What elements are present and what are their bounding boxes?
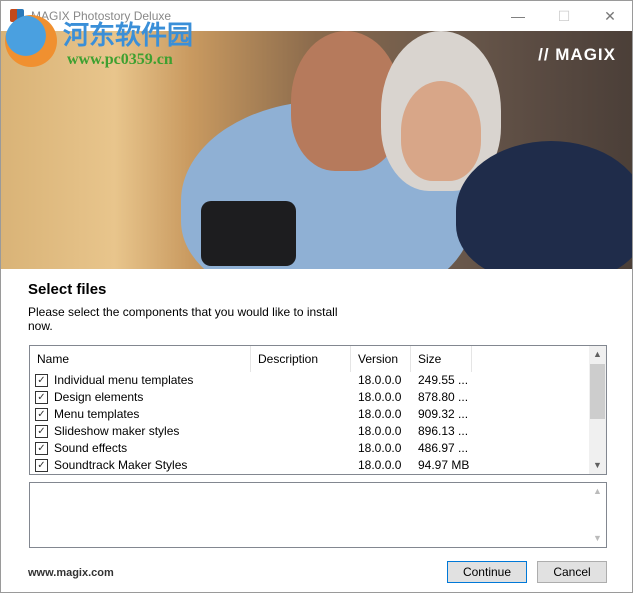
component-checkbox[interactable]: ✓	[35, 408, 48, 421]
component-version: 18.0.0.0	[358, 390, 402, 404]
minimize-button[interactable]: —	[495, 1, 541, 31]
scroll-up-icon[interactable]: ▲	[589, 346, 606, 363]
component-name: Soundtrack Maker Styles	[54, 458, 188, 472]
component-checkbox[interactable]: ✓	[35, 442, 48, 455]
component-checkbox[interactable]: ✓	[35, 459, 48, 472]
magix-logo: // MAGIX	[538, 45, 616, 64]
table-row[interactable]: ✓ Sound effects 18.0.0.0 486.97 ...	[30, 440, 590, 457]
table-row[interactable]: ✓ Slideshow maker styles 18.0.0.0 896.13…	[30, 423, 590, 440]
component-size: 909.32 ...	[418, 407, 469, 421]
component-checkbox[interactable]: ✓	[35, 425, 48, 438]
column-header-version[interactable]: Version	[351, 346, 411, 372]
table-row[interactable]: ✓ Menu templates 18.0.0.0 909.32 ...	[30, 406, 590, 423]
scroll-up-icon: ▲	[593, 486, 602, 496]
component-size: 486.97 ...	[418, 441, 469, 455]
component-size: 249.55 ...	[418, 373, 469, 387]
column-header-name[interactable]: Name	[30, 346, 251, 372]
woman-face	[401, 81, 481, 181]
table-row[interactable]: ✓ Individual menu templates 18.0.0.0 249…	[30, 372, 590, 389]
maximize-button: ☐	[557, 8, 571, 24]
component-description-box: ▲ ▼	[29, 482, 607, 548]
component-checkbox[interactable]: ✓	[35, 374, 48, 387]
component-size: 94.97 MB	[418, 458, 470, 472]
component-size: 878.80 ...	[418, 390, 469, 404]
close-button[interactable]: ✕	[587, 1, 633, 31]
window-title: MAGIX Photostory Deluxe	[31, 9, 172, 23]
scroll-down-icon[interactable]: ▼	[589, 457, 606, 474]
page-title: Select files	[28, 281, 107, 298]
component-version: 18.0.0.0	[358, 441, 402, 455]
component-version: 18.0.0.0	[358, 458, 402, 472]
website-link[interactable]: www.magix.com	[28, 567, 114, 579]
banner-image: // MAGIX	[1, 31, 632, 269]
column-header-description[interactable]: Description	[251, 346, 351, 372]
components-list[interactable]: Name Description Version Size ✓ Individu…	[29, 345, 607, 475]
component-name: Sound effects	[54, 441, 128, 455]
component-version: 18.0.0.0	[358, 424, 402, 438]
column-header-size[interactable]: Size	[411, 346, 472, 372]
list-header: Name Description Version Size	[30, 346, 590, 372]
table-row[interactable]: ✓ Soundtrack Maker Styles 18.0.0.0 94.97…	[30, 457, 590, 474]
title-bar: MAGIX Photostory Deluxe — ☐ ✕	[1, 1, 632, 31]
installer-window: MAGIX Photostory Deluxe — ☐ ✕ // MAGIX 河…	[0, 0, 633, 593]
page-description: Please select the components that you wo…	[28, 305, 338, 333]
component-name: Menu templates	[54, 407, 140, 421]
list-scrollbar[interactable]: ▲ ▼	[589, 346, 606, 474]
app-icon	[10, 9, 24, 22]
component-size: 896.13 ...	[418, 424, 469, 438]
component-name: Individual menu templates	[54, 373, 194, 387]
scroll-down-icon: ▼	[593, 533, 602, 543]
component-version: 18.0.0.0	[358, 407, 402, 421]
cancel-button[interactable]: Cancel	[537, 561, 607, 583]
component-name: Slideshow maker styles	[54, 424, 180, 438]
component-checkbox[interactable]: ✓	[35, 391, 48, 404]
component-version: 18.0.0.0	[358, 373, 402, 387]
table-row[interactable]: ✓ Design elements 18.0.0.0 878.80 ...	[30, 389, 590, 406]
camera	[201, 201, 296, 266]
component-name: Design elements	[54, 390, 144, 404]
continue-button[interactable]: Continue	[447, 561, 527, 583]
description-scrollbar: ▲ ▼	[589, 483, 606, 547]
scrollbar-thumb[interactable]	[590, 364, 605, 419]
